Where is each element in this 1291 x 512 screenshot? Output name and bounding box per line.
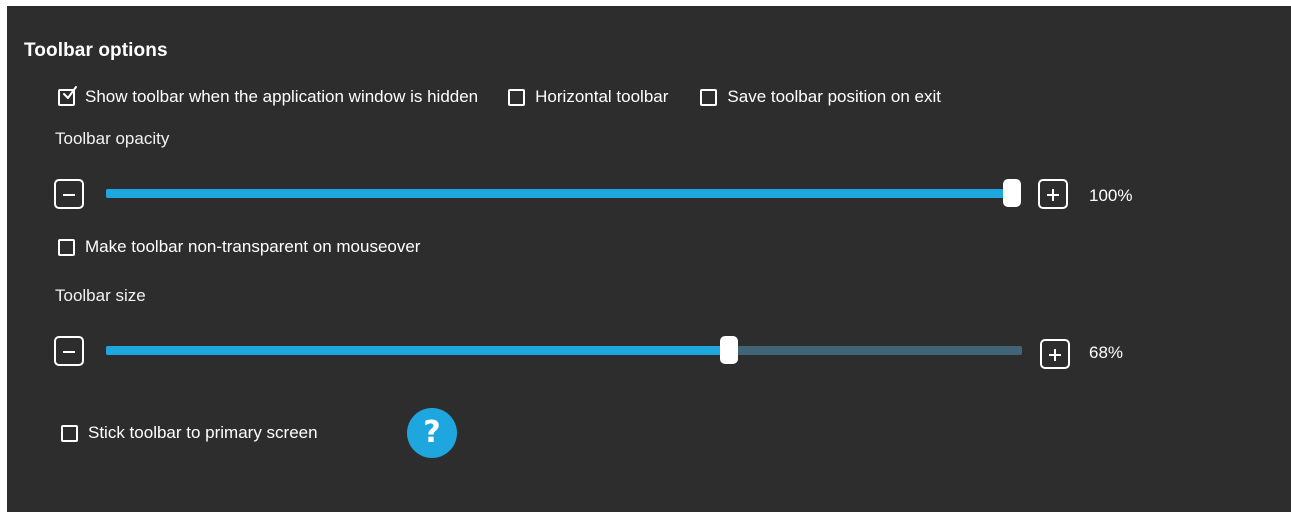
checkmark-icon xyxy=(63,85,77,99)
size-slider-fill xyxy=(106,346,729,355)
minus-icon xyxy=(63,194,75,196)
size-value: 68% xyxy=(1089,343,1124,362)
checkbox-box[interactable] xyxy=(508,88,526,106)
toolbar-size-label: Toolbar size xyxy=(55,286,146,305)
opacity-value: 100% xyxy=(1089,186,1133,205)
checkbox-box[interactable] xyxy=(61,424,78,442)
section-title: Toolbar options xyxy=(24,40,168,61)
opacity-slider-track[interactable] xyxy=(106,179,1021,207)
stick-toolbar-primary-screen-checkbox[interactable]: Stick toolbar to primary screen xyxy=(61,423,318,443)
help-icon: ? xyxy=(423,415,441,450)
minus-icon xyxy=(63,351,75,353)
horizontal-toolbar-checkbox[interactable]: Horizontal toolbar xyxy=(508,87,668,107)
size-increase-button[interactable] xyxy=(1040,339,1070,369)
checkbox-box[interactable] xyxy=(58,85,77,106)
stick-primary-row: Stick toolbar to primary screen xyxy=(61,420,318,446)
save-toolbar-position-checkbox[interactable]: Save toolbar position on exit xyxy=(700,87,941,107)
plus-icon-vertical xyxy=(1052,189,1054,201)
toolbar-options-panel: Toolbar options Show toolbar when the ap… xyxy=(7,6,1291,512)
show-toolbar-when-hidden-checkbox[interactable]: Show toolbar when the application window… xyxy=(58,85,479,107)
plus-icon-vertical xyxy=(1054,349,1056,361)
opacity-increase-button[interactable] xyxy=(1038,179,1068,209)
opacity-decrease-button[interactable] xyxy=(54,179,84,209)
size-decrease-button[interactable] xyxy=(54,336,84,366)
size-slider-thumb[interactable] xyxy=(719,336,738,364)
checkbox-label: Stick toolbar to primary screen xyxy=(88,423,318,442)
checkbox-label: Make toolbar non-transparent on mouseove… xyxy=(85,237,421,256)
opacity-slider-thumb[interactable] xyxy=(1003,179,1021,207)
size-slider-track[interactable] xyxy=(106,336,1022,364)
checkbox-box[interactable] xyxy=(700,88,718,106)
checkbox-box[interactable] xyxy=(58,238,75,256)
checkbox-label: Save toolbar position on exit xyxy=(727,87,941,106)
toolbar-opacity-label: Toolbar opacity xyxy=(55,129,170,148)
non-transparent-on-mouseover-checkbox[interactable]: Make toolbar non-transparent on mouseove… xyxy=(58,237,420,257)
help-button[interactable]: ? xyxy=(407,408,457,458)
toolbar-checkbox-row: Show toolbar when the application window… xyxy=(58,84,941,110)
checkbox-label: Horizontal toolbar xyxy=(535,87,669,106)
opacity-slider-fill xyxy=(106,189,1012,198)
checkbox-label: Show toolbar when the application window… xyxy=(85,87,479,106)
non-transparent-row: Make toolbar non-transparent on mouseove… xyxy=(58,234,420,260)
